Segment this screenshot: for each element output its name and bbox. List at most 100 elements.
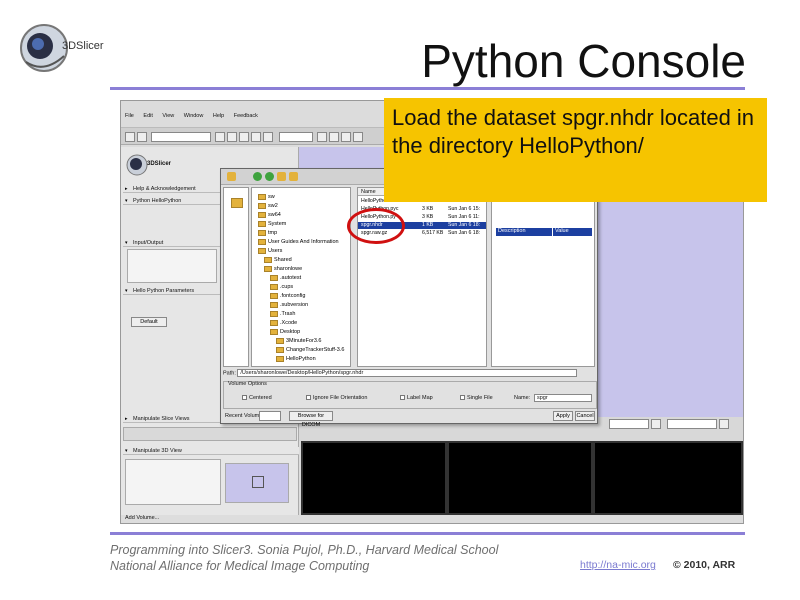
- section-3d-view[interactable]: ▾ Manipulate 3D View: [123, 447, 299, 455]
- tree-item[interactable]: .fontconfig: [270, 293, 305, 299]
- toolbar-button[interactable]: [263, 132, 273, 142]
- toolbar-button[interactable]: [239, 132, 249, 142]
- browse-dicom-button[interactable]: Browse for DICOM: [289, 411, 333, 428]
- tree-item[interactable]: sw64: [258, 212, 281, 218]
- directory-tree[interactable]: sw sw2 sw64 System tmp User Guides And I…: [251, 187, 351, 367]
- collapse-arrow-icon: ▾: [125, 240, 128, 246]
- forward-icon[interactable]: [265, 172, 274, 181]
- path-input[interactable]: /Users/sharonlowe/Desktop/HelloPython/sp…: [237, 369, 578, 377]
- dialog-button-row: Recent Volumes: Browse for DICOM Apply C…: [223, 411, 597, 428]
- value-column[interactable]: Value: [552, 228, 592, 236]
- menu-window[interactable]: Window: [184, 113, 204, 119]
- back-icon[interactable]: [253, 172, 262, 181]
- tree-item[interactable]: User Guides And Information: [258, 239, 339, 245]
- folder-icon: [270, 275, 278, 281]
- description-column[interactable]: Description: [496, 228, 552, 236]
- label-map-checkbox[interactable]: Label Map: [400, 395, 433, 401]
- default-button[interactable]: Default: [131, 317, 167, 327]
- checkbox-icon: [242, 395, 247, 401]
- menu-view[interactable]: View: [162, 113, 174, 119]
- apply-button[interactable]: Apply: [553, 411, 573, 421]
- menu-edit[interactable]: Edit: [143, 113, 152, 119]
- toolbar-button[interactable]: [215, 132, 225, 142]
- toolbar-button[interactable]: [251, 132, 261, 142]
- 3d-view-controls[interactable]: [125, 459, 221, 505]
- tree-item[interactable]: sw2: [258, 203, 278, 209]
- toolbar-button[interactable]: [227, 132, 237, 142]
- highlight-circle: [347, 208, 405, 244]
- tree-item[interactable]: tmp: [258, 230, 277, 236]
- folder-icon: [270, 320, 278, 326]
- status-text: Add Volume...: [125, 515, 160, 521]
- tree-item[interactable]: .cups: [270, 284, 293, 290]
- toolbar-button[interactable]: [137, 132, 147, 142]
- up-folder-icon[interactable]: [277, 172, 286, 181]
- toolbar-button[interactable]: [353, 132, 363, 142]
- ignore-orientation-checkbox[interactable]: Ignore File Orientation: [306, 395, 367, 401]
- volume-options-label: Volume Options: [228, 381, 267, 387]
- menu-file[interactable]: File: [125, 113, 134, 119]
- tree-item[interactable]: System: [258, 221, 286, 227]
- recent-volumes-select[interactable]: [259, 411, 281, 421]
- red-slice-view[interactable]: [301, 441, 447, 515]
- menu-help[interactable]: Help: [213, 113, 224, 119]
- places-panel[interactable]: [223, 187, 249, 367]
- name-label: Name:: [514, 395, 531, 401]
- tree-item[interactable]: Users: [258, 248, 282, 254]
- toolbar-button[interactable]: [341, 132, 351, 142]
- collapse-arrow-icon: ▸: [125, 186, 128, 192]
- folder-icon: [276, 356, 284, 362]
- tree-item[interactable]: 3MinuteFor3.6: [276, 338, 321, 344]
- slice-selector[interactable]: [609, 419, 649, 429]
- single-file-checkbox[interactable]: Single File: [460, 395, 493, 401]
- tree-item[interactable]: .autotest: [270, 275, 301, 281]
- folder-icon: [276, 338, 284, 344]
- footer-copyright: © 2010, ARR: [673, 559, 736, 571]
- tree-item[interactable]: ChangeTrackerStuff-3.6: [276, 347, 344, 353]
- slice-selector[interactable]: [667, 419, 717, 429]
- footer-link[interactable]: http://na-mic.org: [580, 559, 656, 571]
- checkbox-icon: [460, 395, 465, 401]
- bottom-divider: [110, 532, 745, 535]
- toolbar-button[interactable]: [317, 132, 327, 142]
- folder-icon: [270, 284, 278, 290]
- toolbar-button[interactable]: [719, 419, 729, 429]
- folder-icon: [270, 293, 278, 299]
- folder-icon: [231, 198, 243, 208]
- cancel-button[interactable]: Cancel: [575, 411, 595, 421]
- tree-item[interactable]: .Xcode: [270, 320, 297, 326]
- footer-credit: Programming into Slicer3. Sonia Pujol, P…: [110, 543, 499, 557]
- toolbar-button[interactable]: [329, 132, 339, 142]
- green-slice-view[interactable]: [593, 441, 743, 515]
- tree-item[interactable]: .Trash: [270, 311, 295, 317]
- 3d-view-thumbnail: [225, 463, 289, 503]
- collapse-arrow-icon: ▾: [125, 288, 128, 294]
- view-box-icon: [252, 476, 264, 488]
- name-input[interactable]: spgr: [534, 394, 592, 402]
- centered-checkbox[interactable]: Centered: [242, 395, 272, 401]
- collapse-arrow-icon: ▾: [125, 448, 128, 454]
- folder-icon: [258, 248, 266, 254]
- module-selector[interactable]: [151, 132, 211, 142]
- tree-item[interactable]: Desktop: [270, 329, 300, 335]
- toolbar-button[interactable]: [125, 132, 135, 142]
- toolbar-button[interactable]: [651, 419, 661, 429]
- new-folder-icon[interactable]: [289, 172, 298, 181]
- folder-icon: [276, 347, 284, 353]
- tree-item[interactable]: Shared: [264, 257, 292, 263]
- star-icon[interactable]: [227, 172, 236, 181]
- yellow-slice-view[interactable]: [447, 441, 593, 515]
- tree-item[interactable]: HelloPython: [276, 356, 316, 362]
- add-volume-dialog: sw sw2 sw64 System tmp User Guides And I…: [220, 168, 599, 428]
- layout-selector[interactable]: [279, 132, 313, 142]
- properties-panel: Description Value: [491, 187, 595, 367]
- tree-item[interactable]: .subversion: [270, 302, 308, 308]
- slicer-logo-icon: [126, 154, 148, 176]
- tree-item[interactable]: sw: [258, 194, 275, 200]
- menu-feedback[interactable]: Feedback: [234, 113, 258, 119]
- folder-icon: [258, 230, 266, 236]
- tree-item[interactable]: sharonlowe: [264, 266, 302, 272]
- slice-view-controls[interactable]: [123, 427, 297, 441]
- input-output-box: [127, 249, 217, 283]
- top-divider: [110, 87, 745, 90]
